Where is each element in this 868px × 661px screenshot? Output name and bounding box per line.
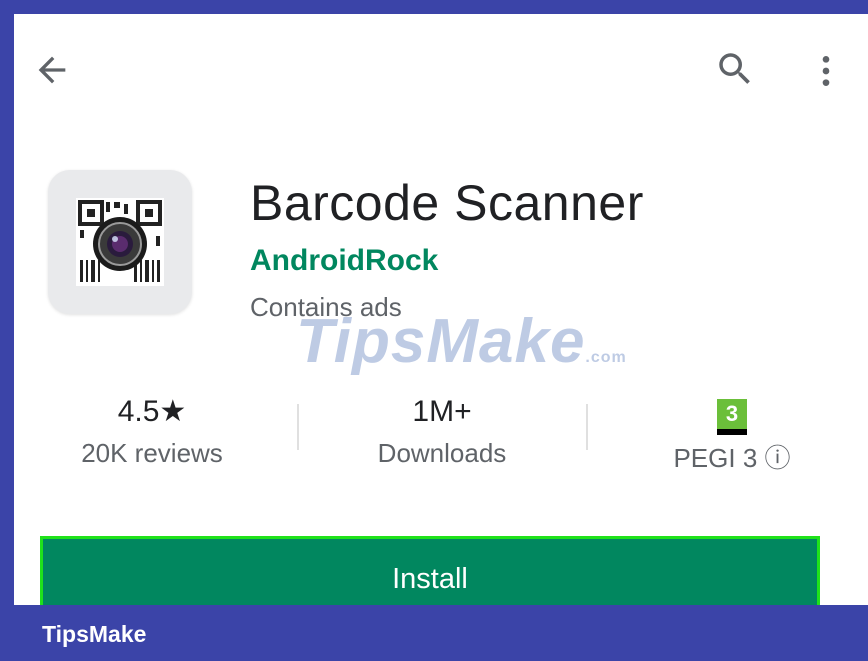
arrow-left-icon [38,56,66,84]
footer-bar: TipsMake [0,605,868,661]
app-title: Barcode Scanner [250,175,644,231]
barcode-camera-app-icon [48,170,192,314]
downloads-value: 1M+ [412,395,472,428]
pegi-3-badge-icon: 3 [717,399,747,435]
rating-stat[interactable]: 4.5★ 20K reviews [54,392,250,469]
top-app-bar [14,14,868,126]
pegi-badge-wrap: 3 [634,392,830,435]
install-button[interactable]: Install [40,536,820,605]
downloads-stat: 1M+ Downloads [344,392,540,469]
downloads-label: Downloads [377,438,507,468]
watermark: TipsMake.com [296,306,627,377]
rating-count-label: 20K reviews [81,438,223,468]
footer-brand: TipsMake [42,621,147,647]
more-options-button[interactable] [806,46,846,96]
more-vertical-icon [822,56,830,86]
search-icon [719,53,750,84]
watermark-text: TipsMake [296,307,586,376]
rating-value: 4.5★ [117,395,187,428]
pegi-stat[interactable]: 3 PEGI 3 ⓘ [634,392,830,475]
developer-link[interactable]: AndroidRock [250,244,438,278]
back-button[interactable] [28,46,76,94]
pegi-label: PEGI 3 ⓘ [673,443,791,473]
install-label: Install [392,563,468,595]
watermark-suffix: .com [585,349,627,366]
search-button[interactable] [710,44,760,94]
barcode-camera-icon [76,198,164,286]
stat-divider [297,404,299,450]
stat-divider [586,404,588,450]
play-store-app-page: Barcode Scanner AndroidRock Contains ads… [14,14,868,605]
